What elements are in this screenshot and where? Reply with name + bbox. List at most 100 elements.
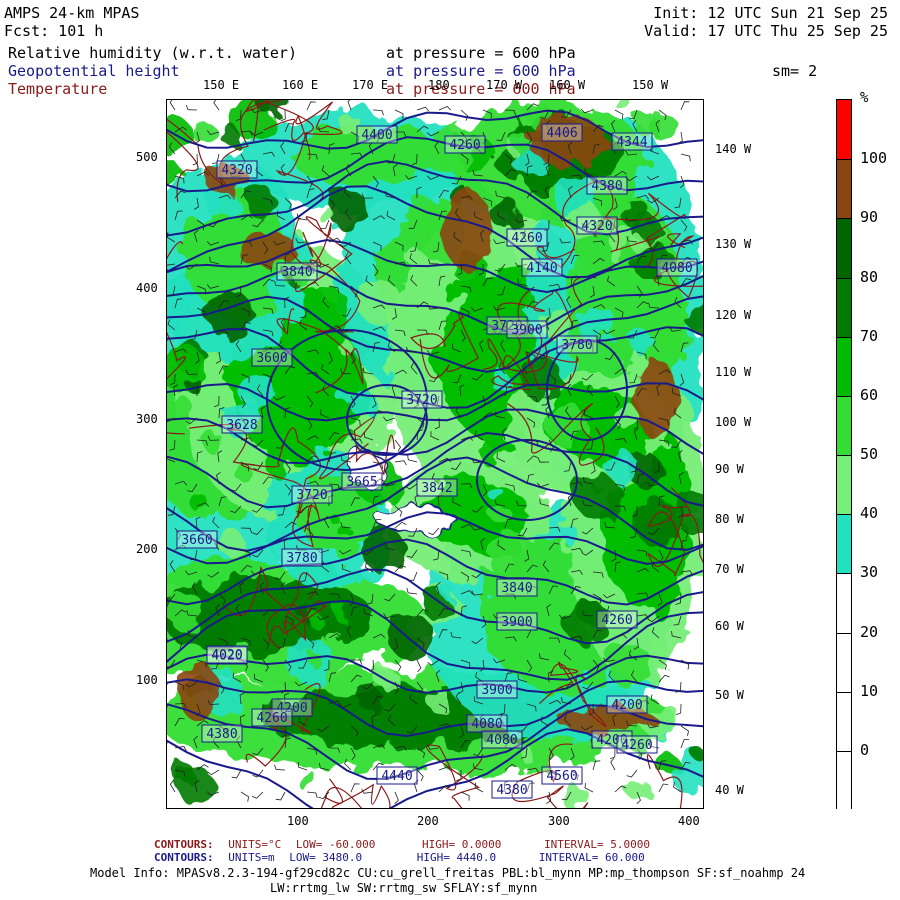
height-label: 3660 — [176, 530, 218, 549]
lon-label-right: 100 W — [715, 415, 752, 429]
height-label: 4560 — [541, 766, 583, 785]
field-height-level: at pressure = 600 hPa — [386, 62, 576, 80]
colorbar-label: 70 — [860, 326, 879, 345]
lon-label-right: 90 W — [715, 462, 744, 476]
map-panel: 4400 4260 4406 4344 4320 4380 4320 4260 4140 4080… — [166, 99, 704, 809]
height-label: 4260 — [506, 228, 548, 247]
valid-time: Valid: 17 UTC Thu 25 Sep 25 — [644, 22, 888, 40]
temp-contour-label: CONTOURS: — [154, 838, 214, 851]
height-label-text: 4080 — [471, 717, 502, 732]
colorbar-segment — [837, 277, 851, 339]
x-tick-label: 100 — [287, 814, 309, 828]
height-label: 3900 — [506, 320, 548, 339]
height-label-text: 4380 — [206, 727, 237, 742]
x-tick-label: 300 — [548, 814, 570, 828]
height-label-text: 4260 — [621, 738, 652, 753]
height-label-text: 4260 — [449, 138, 480, 153]
height-contour-interval: INTERVAL= 60.000 — [538, 851, 645, 864]
height-label: 3900 — [476, 680, 518, 699]
colorbar-unit: % — [860, 90, 869, 106]
height-label-text: 3600 — [256, 351, 287, 366]
height-label: 4140 — [521, 258, 563, 277]
height-label: 4344 — [611, 132, 653, 151]
colorbar-label: 20 — [860, 622, 879, 641]
height-label-text: 4020 — [211, 648, 242, 663]
colorbar-label: 30 — [860, 563, 879, 582]
temp-contour-high: HIGH= 0.0000 — [421, 838, 502, 851]
height-label: 4080 — [481, 730, 523, 749]
lon-label-right: 130 W — [715, 237, 752, 251]
lon-label-top: 170 W — [486, 78, 523, 92]
height-label-text: 3900 — [501, 615, 532, 630]
height-label: 3840 — [276, 262, 318, 281]
height-label-text: 4560 — [546, 769, 577, 784]
height-label-text: 4080 — [661, 261, 692, 276]
colorbar-label: 80 — [860, 267, 879, 286]
x-tick-label: 400 — [678, 814, 700, 828]
height-label-text: 3840 — [501, 581, 532, 596]
colorbar-segment — [837, 455, 851, 516]
height-label-text: 4406 — [546, 126, 577, 141]
height-label-text: 3720 — [406, 393, 437, 408]
height-label: 3840 — [496, 578, 538, 597]
height-contour-label: CONTOURS: — [154, 851, 214, 864]
lon-label-right: 70 W — [715, 562, 744, 576]
height-label: 4406 — [541, 123, 583, 142]
height-label-text: 4260 — [601, 613, 632, 628]
height-label: 3600 — [251, 348, 293, 367]
height-label-text: 4260 — [256, 711, 287, 726]
height-label: 4320 — [576, 216, 618, 235]
height-label-text: 4440 — [381, 769, 412, 784]
height-label: 4200 — [606, 695, 648, 714]
height-label: 4380 — [586, 176, 628, 195]
height-label: 4080 — [466, 714, 508, 733]
lon-label-right: 120 W — [715, 308, 752, 322]
height-label: 4320 — [216, 160, 258, 179]
field-height-name: Geopotential height — [8, 62, 180, 80]
model-title: AMPS 24-km MPAS — [4, 4, 140, 22]
y-tick-label: 100 — [136, 673, 158, 687]
height-label: 4260 — [251, 708, 293, 727]
lon-label-top: 150 E — [203, 78, 240, 92]
colorbar-segment — [837, 573, 851, 634]
height-label-text: 3628 — [226, 418, 257, 433]
height-label-text: 4320 — [581, 219, 612, 234]
colorbar-segment — [837, 514, 851, 575]
colorbar-segment — [837, 750, 851, 812]
lon-label-top: 160 E — [282, 78, 319, 92]
colorbar-label: 60 — [860, 385, 879, 404]
height-label: 4260 — [444, 135, 486, 154]
temp-contour-low: LOW= -60.000 — [295, 838, 376, 851]
colorbar-segment — [837, 218, 851, 279]
height-label-text: 3780 — [286, 551, 317, 566]
height-label: 4260 — [616, 735, 658, 754]
map-field: 4400 4260 4406 4344 4320 4380 4320 4260 4140 4080… — [167, 100, 703, 808]
temp-contour-interval: INTERVAL= 5.0000 — [544, 838, 651, 851]
temp-contour-units: UNITS=°C — [228, 838, 282, 851]
forecast-hour: Fcst: 101 h — [4, 22, 104, 40]
x-tick-label: 200 — [417, 814, 439, 828]
lon-label-top: 160 W — [549, 78, 586, 92]
height-label: 3842 — [416, 478, 458, 497]
lon-label-top: 170 E — [352, 78, 389, 92]
height-label-text: 4400 — [361, 128, 392, 143]
lon-label-right: 80 W — [715, 512, 744, 526]
smoothing-label: sm= 2 — [772, 62, 818, 80]
colorbar-segment — [837, 100, 851, 160]
y-tick-label: 500 — [136, 150, 158, 164]
height-label-text: 4320 — [221, 163, 252, 178]
colorbar-label: 50 — [860, 445, 879, 463]
colorbar-label: 100 — [860, 149, 888, 168]
height-contour-units: UNITS=m — [228, 851, 275, 864]
height-label: 4260 — [596, 610, 638, 629]
field-rh-level: at pressure = 600 hPa — [386, 44, 576, 62]
colorbar — [836, 99, 852, 812]
lon-label-right: 60 W — [715, 619, 744, 633]
height-label: 3780 — [556, 335, 598, 354]
height-label: 3720 — [401, 390, 443, 409]
colorbar-segment — [837, 632, 851, 694]
height-label: 4440 — [376, 766, 418, 785]
height-label-text: 3840 — [281, 265, 312, 280]
colorbar-segment — [837, 691, 851, 753]
lon-label-right: 110 W — [715, 365, 752, 379]
